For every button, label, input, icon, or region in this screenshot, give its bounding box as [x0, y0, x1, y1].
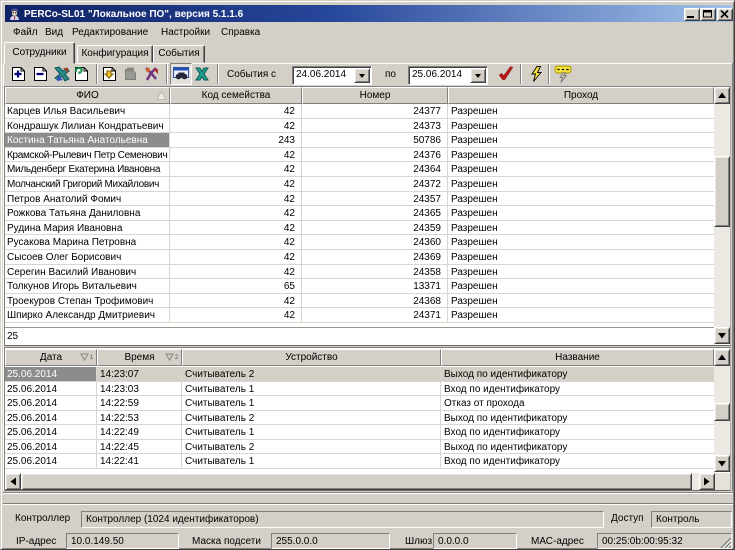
svg-text:1: 1	[90, 355, 94, 361]
svg-text:2: 2	[175, 355, 179, 361]
